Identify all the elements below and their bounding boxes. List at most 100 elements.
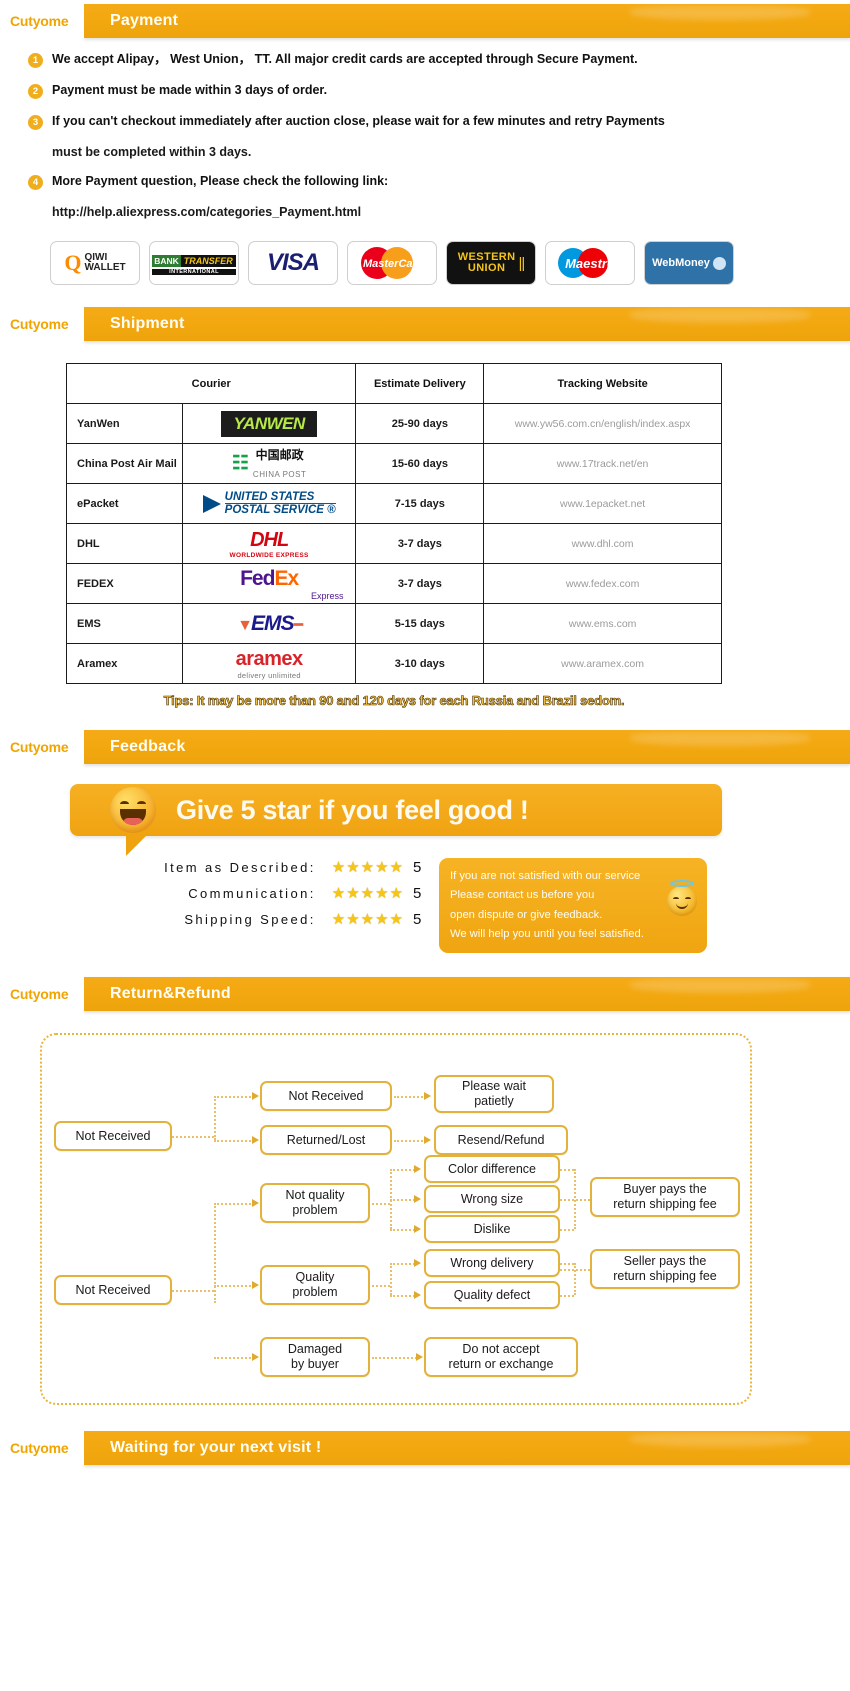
- estimate-delivery: 5-15 days: [355, 603, 485, 644]
- payment-term-1: 1 We accept Alipay， West Union， TT. All …: [28, 52, 850, 68]
- flow-arrow-icon: [252, 1353, 259, 1362]
- table-row: FEDEX FedEx Express 3-7 days www.fedex.co…: [66, 563, 722, 604]
- flow-connector: [372, 1203, 390, 1206]
- table-row: Aramex aramex delivery unlimited 3-10 day…: [66, 643, 722, 684]
- rating-value: 5: [413, 885, 422, 902]
- flow-node-n2: Not Received: [260, 1081, 392, 1112]
- section-title-shipment-text: Shipment: [110, 315, 185, 332]
- flow-connector: [560, 1295, 574, 1298]
- smiling-face-icon: [110, 787, 156, 833]
- payment-term-4: 4 More Payment question, Please check th…: [28, 174, 850, 190]
- payment-term-1-text: We accept Alipay， West Union， TT. All ma…: [52, 52, 638, 66]
- china-post-mark-icon: ☷: [231, 453, 249, 474]
- courier-logo-dhl: DHL WORLDWIDE EXPRESS: [181, 523, 357, 564]
- flow-node-n14: Quality defect: [424, 1281, 560, 1310]
- bank-transfer-logo: BANK TRANSFER INTERNATIONAL: [149, 241, 239, 285]
- table-row: EMS ▼EMS━ 5-15 days www.ems.com: [66, 603, 722, 644]
- courier-name: EMS: [66, 603, 183, 644]
- satisfaction-line-4: We will help you until you feel satisfie…: [450, 927, 644, 940]
- star-rating-icon[interactable]: ★★★★★: [332, 910, 404, 929]
- section-header-feedback: Cutyome Feedback: [0, 730, 850, 764]
- flow-connector: [560, 1199, 590, 1202]
- tracking-website[interactable]: www.1epacket.net: [483, 483, 722, 524]
- product-description-page: Cutyome Payment 1 We accept Alipay， West…: [0, 4, 850, 1466]
- flow-node-n4: Please wait patietly: [434, 1075, 554, 1114]
- qiwi-wallet-logo: Q QIWI WALLET: [50, 241, 140, 285]
- ribbon-gloss-icon: [630, 1433, 810, 1448]
- rating-label: Item as Described:: [164, 860, 316, 875]
- flow-arrow-icon: [416, 1353, 423, 1362]
- courier-name: YanWen: [66, 403, 183, 444]
- estimate-delivery: 25-90 days: [355, 403, 485, 444]
- payment-term-3: 3 If you can't checkout immediately afte…: [28, 114, 850, 130]
- payment-term-4-text: More Payment question, Please check the …: [52, 174, 389, 188]
- courier-name: Aramex: [66, 643, 183, 684]
- rating-value: 5: [413, 859, 422, 876]
- tracking-website[interactable]: www.yw56.com.cn/english/index.aspx: [483, 403, 722, 444]
- brand-label-footer: Cutyome: [0, 1431, 84, 1466]
- footer-title: Waiting for your next visit !: [84, 1431, 850, 1466]
- section-header-return: Cutyome Return&Refund: [0, 977, 850, 1012]
- rating-label: Communication:: [188, 886, 316, 901]
- section-title-payment-text: Payment: [110, 12, 179, 29]
- rating-label: Shipping Speed:: [184, 912, 316, 927]
- tracking-website[interactable]: www.dhl.com: [483, 523, 722, 564]
- rating-row-shipping-speed: Shipping Speed: ★★★★★ 5: [70, 910, 425, 929]
- flow-node-n5: Resend/Refund: [434, 1125, 568, 1156]
- tracking-website[interactable]: www.fedex.com: [483, 563, 722, 604]
- table-row: ePacket UNITED STATES POSTAL SERVICE ® 7-…: [66, 483, 722, 524]
- courier-logo-fedex: FedEx Express: [181, 563, 357, 604]
- table-header-row: Courier Estimate Delivery Tracking Websi…: [65, 363, 722, 404]
- flow-connector: [214, 1140, 254, 1143]
- flow-arrow-icon: [414, 1291, 421, 1300]
- face-eye-right-icon: [137, 801, 146, 807]
- payment-term-2-text: Payment must be made within 3 days of or…: [52, 83, 328, 97]
- flow-connector: [214, 1285, 254, 1288]
- halo-ring-icon: [670, 880, 694, 887]
- tracking-website[interactable]: www.17track.net/en: [483, 443, 722, 484]
- flow-node-n1: Not Received: [54, 1121, 172, 1152]
- tracking-website[interactable]: www.aramex.com: [483, 643, 722, 684]
- bullet-number-icon: 2: [28, 84, 43, 99]
- brand-label-feedback: Cutyome: [0, 730, 84, 764]
- brand-label-shipment: Cutyome: [0, 307, 84, 341]
- section-title-return: Return&Refund: [84, 977, 850, 1012]
- payment-term-3-text: If you can't checkout immediately after …: [52, 114, 665, 128]
- section-header-payment: Cutyome Payment: [0, 4, 850, 38]
- star-rating-icon[interactable]: ★★★★★: [332, 884, 404, 903]
- tracking-website[interactable]: www.ems.com: [483, 603, 722, 644]
- flow-node-n11: Not Received: [54, 1275, 172, 1306]
- section-title-feedback: Feedback: [84, 730, 850, 764]
- flow-arrow-icon: [414, 1195, 421, 1204]
- courier-name: FEDEX: [66, 563, 183, 604]
- flow-node-n9: Dislike: [424, 1215, 560, 1244]
- flow-node-n8: Wrong size: [424, 1185, 560, 1214]
- column-header-tracking-website: Tracking Website: [483, 363, 722, 404]
- estimate-delivery: 7-15 days: [355, 483, 485, 524]
- flow-connector: [560, 1263, 574, 1266]
- payment-term-3-continuation: must be completed within 3 days.: [52, 145, 252, 159]
- face-eye-left-icon: [120, 801, 129, 807]
- payment-help-link[interactable]: http://help.aliexpress.com/categories_Pa…: [28, 205, 850, 219]
- column-header-courier: Courier: [65, 363, 357, 404]
- star-rating-icon[interactable]: ★★★★★: [332, 858, 404, 877]
- flow-arrow-icon: [252, 1136, 259, 1145]
- visa-label: VISA: [266, 249, 320, 276]
- flow-connector: [372, 1285, 390, 1288]
- courier-logo-usps: UNITED STATES POSTAL SERVICE ®: [181, 483, 357, 524]
- flow-node-n3: Returned/Lost: [260, 1125, 392, 1156]
- ribbon-gloss-icon: [630, 732, 810, 746]
- bullet-number-icon: 4: [28, 175, 43, 190]
- satisfaction-line-1: If you are not satisfied with our servic…: [450, 870, 641, 882]
- ribbon-gloss-icon: [630, 979, 810, 994]
- flow-connector: [172, 1290, 214, 1293]
- flow-connector: [214, 1203, 216, 1304]
- maestro-logo: Maestro: [545, 241, 635, 285]
- transfer-word-label: TRANSFER: [180, 255, 236, 267]
- estimate-delivery: 3-10 days: [355, 643, 485, 684]
- shipment-table: Courier Estimate Delivery Tracking Websi…: [65, 363, 722, 684]
- ems-stripes-icon: ▼: [237, 616, 253, 634]
- flow-arrow-icon: [424, 1092, 431, 1101]
- western-union-label: WESTERN UNION: [457, 251, 516, 274]
- flow-arrow-icon: [424, 1136, 431, 1145]
